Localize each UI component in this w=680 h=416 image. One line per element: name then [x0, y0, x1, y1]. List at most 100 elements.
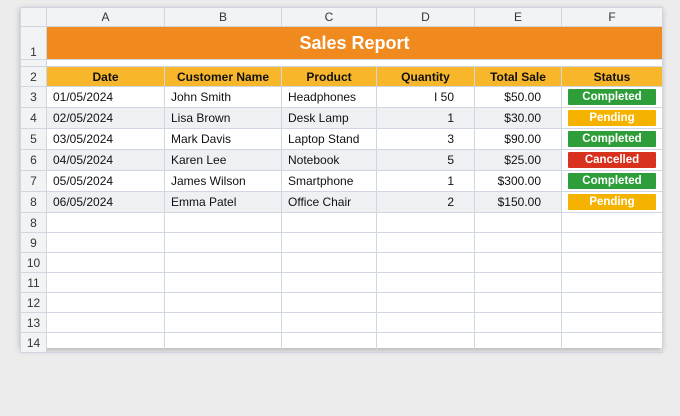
- empty-cell[interactable]: [164, 332, 282, 353]
- empty-cell[interactable]: [46, 332, 165, 353]
- empty-cell[interactable]: [561, 272, 663, 293]
- empty-cell[interactable]: [376, 232, 475, 253]
- cell-total[interactable]: $30.00: [474, 107, 562, 129]
- cell-total[interactable]: $90.00: [474, 128, 562, 150]
- column-header-b[interactable]: B: [164, 7, 282, 27]
- empty-cell[interactable]: [164, 212, 282, 233]
- header-status[interactable]: Status: [561, 66, 663, 87]
- select-all-corner[interactable]: [20, 7, 47, 27]
- empty-cell[interactable]: [281, 252, 377, 273]
- empty-cell[interactable]: [474, 312, 562, 333]
- header-date[interactable]: Date: [46, 66, 165, 87]
- empty-cell[interactable]: [376, 272, 475, 293]
- empty-cell[interactable]: [281, 232, 377, 253]
- empty-cell[interactable]: [281, 272, 377, 293]
- empty-cell[interactable]: [474, 272, 562, 293]
- report-title[interactable]: Sales Report: [46, 26, 663, 60]
- cell-status[interactable]: Completed: [561, 86, 663, 108]
- cell-date[interactable]: 04/05/2024: [46, 149, 165, 171]
- row-header[interactable]: 8: [20, 191, 47, 213]
- empty-cell[interactable]: [164, 252, 282, 273]
- empty-cell[interactable]: [46, 232, 165, 253]
- empty-cell[interactable]: [561, 252, 663, 273]
- cell-product[interactable]: Headphones: [281, 86, 377, 108]
- header-product[interactable]: Product: [281, 66, 377, 87]
- row-header[interactable]: 11: [20, 272, 47, 293]
- empty-cell[interactable]: [376, 332, 475, 353]
- empty-cell[interactable]: [474, 212, 562, 233]
- cell-date[interactable]: 01/05/2024: [46, 86, 165, 108]
- empty-cell[interactable]: [46, 312, 165, 333]
- row-header[interactable]: 9: [20, 232, 47, 253]
- cell-quantity[interactable]: 1: [376, 170, 475, 192]
- cell-status[interactable]: Completed: [561, 128, 663, 150]
- row-header[interactable]: 6: [20, 149, 47, 171]
- empty-cell[interactable]: [561, 312, 663, 333]
- empty-cell[interactable]: [46, 252, 165, 273]
- cell-status[interactable]: Pending: [561, 107, 663, 129]
- cell-total[interactable]: $25.00: [474, 149, 562, 171]
- row-header[interactable]: 12: [20, 292, 47, 313]
- header-quantity[interactable]: Quantity: [376, 66, 475, 87]
- cell-quantity[interactable]: 2: [376, 191, 475, 213]
- cell-product[interactable]: Notebook: [281, 149, 377, 171]
- cell-status[interactable]: Cancelled: [561, 149, 663, 171]
- empty-cell[interactable]: [281, 332, 377, 353]
- header-total[interactable]: Total Sale: [474, 66, 562, 87]
- empty-cell[interactable]: [164, 292, 282, 313]
- cell-total[interactable]: $150.00: [474, 191, 562, 213]
- cell-product[interactable]: Desk Lamp: [281, 107, 377, 129]
- cell-total[interactable]: $50.00: [474, 86, 562, 108]
- cell-customer[interactable]: James Wilson: [164, 170, 282, 192]
- empty-cell[interactable]: [281, 212, 377, 233]
- cell-customer[interactable]: Lisa Brown: [164, 107, 282, 129]
- header-customer[interactable]: Customer Name: [164, 66, 282, 87]
- cell-quantity[interactable]: 5: [376, 149, 475, 171]
- empty-cell[interactable]: [376, 252, 475, 273]
- row-header[interactable]: 5: [20, 128, 47, 150]
- cell-total[interactable]: $300.00: [474, 170, 562, 192]
- cell-customer[interactable]: Emma Patel: [164, 191, 282, 213]
- column-header-e[interactable]: E: [474, 7, 562, 27]
- empty-cell[interactable]: [474, 292, 562, 313]
- empty-cell[interactable]: [561, 332, 663, 353]
- empty-cell[interactable]: [376, 212, 475, 233]
- cell-status[interactable]: Pending: [561, 191, 663, 213]
- cell-date[interactable]: 05/05/2024: [46, 170, 165, 192]
- row-header[interactable]: 10: [20, 252, 47, 273]
- empty-cell[interactable]: [46, 212, 165, 233]
- cell-quantity[interactable]: I 50: [376, 86, 475, 108]
- row-header[interactable]: 7: [20, 170, 47, 192]
- empty-cell[interactable]: [46, 292, 165, 313]
- cell-customer[interactable]: Mark Davis: [164, 128, 282, 150]
- row-header[interactable]: 4: [20, 107, 47, 129]
- column-header-c[interactable]: C: [281, 7, 377, 27]
- empty-cell[interactable]: [474, 332, 562, 353]
- empty-cell[interactable]: [164, 232, 282, 253]
- cell-date[interactable]: 03/05/2024: [46, 128, 165, 150]
- empty-cell[interactable]: [376, 292, 475, 313]
- empty-cell[interactable]: [164, 272, 282, 293]
- empty-cell[interactable]: [281, 292, 377, 313]
- column-header-a[interactable]: A: [46, 7, 165, 27]
- cell-date[interactable]: 06/05/2024: [46, 191, 165, 213]
- empty-cell[interactable]: [46, 272, 165, 293]
- empty-cell[interactable]: [164, 312, 282, 333]
- row-header[interactable]: 1: [20, 26, 47, 60]
- empty-cell[interactable]: [376, 312, 475, 333]
- empty-cell[interactable]: [561, 232, 663, 253]
- cell-product[interactable]: Office Chair: [281, 191, 377, 213]
- cell-customer[interactable]: John Smith: [164, 86, 282, 108]
- cell-quantity[interactable]: 3: [376, 128, 475, 150]
- row-header[interactable]: 8: [20, 212, 47, 233]
- empty-cell[interactable]: [474, 232, 562, 253]
- empty-cell[interactable]: [281, 312, 377, 333]
- empty-cell[interactable]: [561, 212, 663, 233]
- cell-customer[interactable]: Karen Lee: [164, 149, 282, 171]
- row-header[interactable]: 13: [20, 312, 47, 333]
- row-header[interactable]: 2: [20, 66, 47, 87]
- empty-cell[interactable]: [561, 292, 663, 313]
- cell-product[interactable]: Smartphone: [281, 170, 377, 192]
- empty-cell[interactable]: [474, 252, 562, 273]
- cell-product[interactable]: Laptop Stand: [281, 128, 377, 150]
